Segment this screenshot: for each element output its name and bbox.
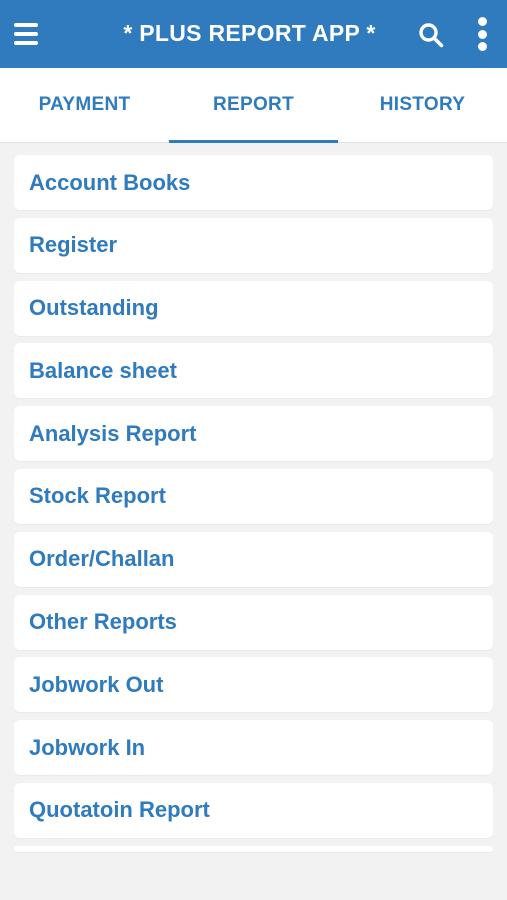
list-item-register[interactable]: Register bbox=[14, 217, 493, 273]
list-item-order-challan[interactable]: Order/Challan bbox=[14, 531, 493, 587]
app-bar: * PLUS REPORT APP * bbox=[0, 0, 507, 68]
tab-report[interactable]: REPORT bbox=[169, 68, 338, 143]
list-item-stock-report[interactable]: Stock Report bbox=[14, 468, 493, 524]
list-item-balance-sheet[interactable]: Balance sheet bbox=[14, 343, 493, 399]
list-item-account-books[interactable]: Account Books bbox=[14, 155, 493, 210]
tab-history[interactable]: HISTORY bbox=[338, 68, 507, 142]
list-item-outstanding[interactable]: Outstanding bbox=[14, 280, 493, 336]
tab-payment[interactable]: PAYMENT bbox=[0, 68, 169, 142]
tab-bar: PAYMENT REPORT HISTORY bbox=[0, 68, 507, 143]
more-vertical-icon[interactable] bbox=[476, 17, 488, 51]
list-item-other-reports[interactable]: Other Reports bbox=[14, 594, 493, 650]
search-icon[interactable] bbox=[418, 22, 444, 48]
list-item-analysis-report[interactable]: Analysis Report bbox=[14, 406, 493, 462]
list-item-quotation-report[interactable]: Quotatoin Report bbox=[14, 782, 493, 838]
list-item-partial[interactable] bbox=[14, 845, 493, 852]
list-item-jobwork-out[interactable]: Jobwork Out bbox=[14, 657, 493, 713]
list-item-jobwork-in[interactable]: Jobwork In bbox=[14, 720, 493, 776]
report-list: Account Books Register Outstanding Balan… bbox=[0, 143, 507, 852]
